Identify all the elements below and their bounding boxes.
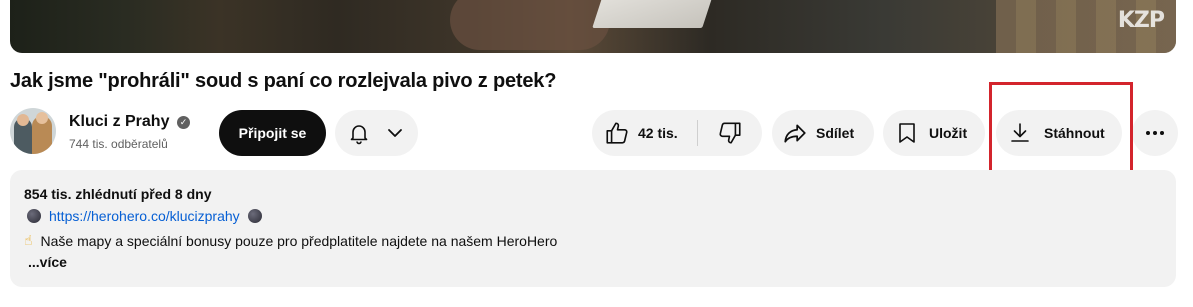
thumbs-up-icon [604, 120, 630, 146]
planet-emoji-icon [27, 209, 41, 223]
channel-avatar[interactable] [10, 108, 56, 154]
planet-emoji-icon [247, 209, 262, 223]
description-text-line: ☝ Naše mapy a speciální bonusy pouze pro… [24, 232, 557, 249]
save-button[interactable]: Uložit [883, 110, 985, 156]
video-frame-paper [592, 0, 718, 28]
video-title: Jak jsme "prohráli" soud s paní co rozle… [10, 70, 557, 92]
channel-name[interactable]: Kluci z Prahy [69, 113, 169, 131]
show-more-link[interactable]: ...více [28, 254, 67, 270]
more-icon [1143, 121, 1167, 145]
share-button[interactable]: Sdílet [772, 110, 874, 156]
avatar-head-right [36, 112, 48, 124]
like-dislike-group: 42 tis. [592, 110, 762, 156]
avatar-head-left [17, 114, 29, 126]
pointing-finger-icon: ☝ [24, 232, 33, 248]
channel-watermark: KZP [1117, 8, 1165, 33]
subscriber-count: 744 tis. odběratelů [69, 137, 168, 151]
bookmark-icon [895, 121, 919, 145]
description-link-line: https://herohero.co/klucizprahy [27, 208, 262, 224]
herohero-link[interactable]: https://herohero.co/klucizprahy [49, 208, 240, 224]
bell-icon [347, 121, 371, 145]
like-count: 42 tis. [638, 125, 678, 141]
video-player[interactable]: KZP [10, 0, 1176, 53]
join-button[interactable]: Připojit se [219, 110, 326, 156]
view-count-date: 854 tis. zhlédnutí před 8 dny [24, 186, 212, 202]
chevron-down-icon [385, 123, 405, 143]
video-frame-arm [450, 0, 610, 50]
share-label: Sdílet [816, 125, 855, 141]
description-text: Naše mapy a speciální bonusy pouze pro p… [40, 232, 558, 249]
save-label: Uložit [929, 125, 968, 141]
more-actions-button[interactable] [1132, 110, 1178, 156]
dislike-button[interactable] [698, 110, 762, 156]
notifications-button[interactable] [335, 110, 418, 156]
thumbs-down-icon [717, 120, 743, 146]
share-icon [782, 120, 808, 146]
verified-icon: ✓ [177, 116, 190, 129]
like-button[interactable]: 42 tis. [592, 110, 697, 156]
